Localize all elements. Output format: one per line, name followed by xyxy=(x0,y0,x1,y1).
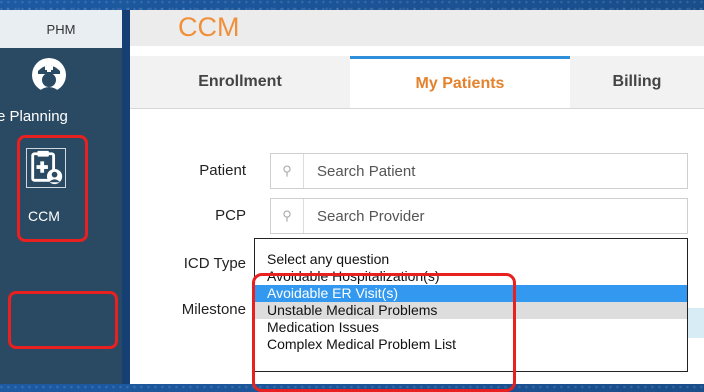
tab-billing[interactable]: Billing xyxy=(570,56,704,108)
sidebar-tab-phm[interactable]: PHM xyxy=(0,10,122,48)
search-icon: ⚲ xyxy=(271,154,304,188)
sidebar-divider xyxy=(122,10,130,384)
highlight-box-milestone xyxy=(8,291,118,349)
icd-type-label: ICD Type xyxy=(183,255,246,272)
highlight-box-options xyxy=(252,273,516,392)
tab-my-patients[interactable]: My Patients xyxy=(350,56,570,108)
dropdown-option[interactable]: Select any question xyxy=(255,251,687,268)
title-bar: CCM xyxy=(130,10,704,46)
search-icon: ⚲ xyxy=(271,199,304,233)
nurse-icon[interactable] xyxy=(30,56,68,94)
patient-label: Patient xyxy=(199,162,246,179)
patient-search-placeholder: Search Patient xyxy=(317,163,416,180)
pcp-label: PCP xyxy=(215,207,246,224)
pcp-search-placeholder: Search Provider xyxy=(317,208,425,225)
select-edge xyxy=(688,308,704,338)
milestone-label: Milestone xyxy=(181,301,246,318)
pcp-search-field[interactable]: ⚲ Search Provider xyxy=(270,198,688,234)
patient-search-field[interactable]: ⚲ Search Patient xyxy=(270,153,688,189)
app-window: PHM re Planning CCM CCM Enrollment xyxy=(0,10,704,392)
clipboard-patient-icon[interactable] xyxy=(26,148,66,188)
tab-bar: Enrollment My Patients Billing xyxy=(130,56,704,109)
sidebar-item-care-planning-label[interactable]: re Planning xyxy=(0,108,68,125)
page-title: CCM xyxy=(178,12,240,42)
tab-enrollment[interactable]: Enrollment xyxy=(130,56,350,108)
sidebar-item-ccm-label[interactable]: CCM xyxy=(28,208,60,224)
